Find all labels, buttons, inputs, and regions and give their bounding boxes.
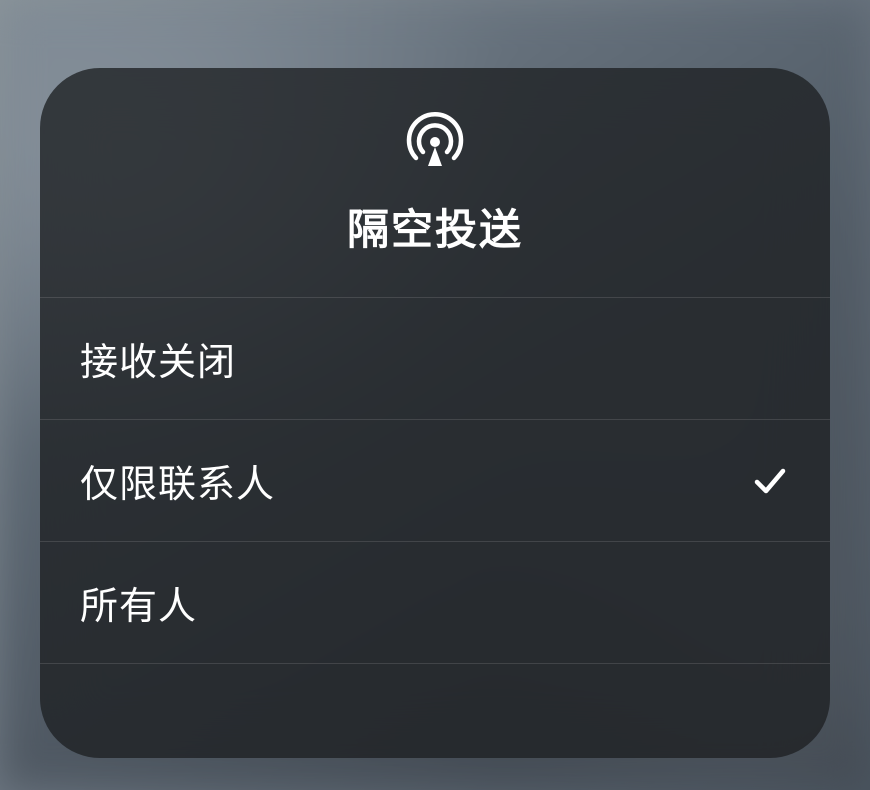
panel-header: 隔空投送 [40, 68, 830, 298]
option-label: 接收关闭 [80, 331, 236, 386]
option-everyone[interactable]: 所有人 [40, 542, 830, 664]
option-list: 接收关闭 仅限联系人 所有人 [40, 298, 830, 664]
checkmark-icon [750, 461, 790, 501]
option-contacts-only[interactable]: 仅限联系人 [40, 420, 830, 542]
airdrop-icon [405, 108, 465, 168]
option-label: 仅限联系人 [80, 453, 275, 508]
panel-title: 隔空投送 [347, 196, 523, 257]
option-label: 所有人 [80, 575, 197, 630]
option-receiving-off[interactable]: 接收关闭 [40, 298, 830, 420]
airdrop-settings-panel: 隔空投送 接收关闭 仅限联系人 所有人 [40, 68, 830, 758]
